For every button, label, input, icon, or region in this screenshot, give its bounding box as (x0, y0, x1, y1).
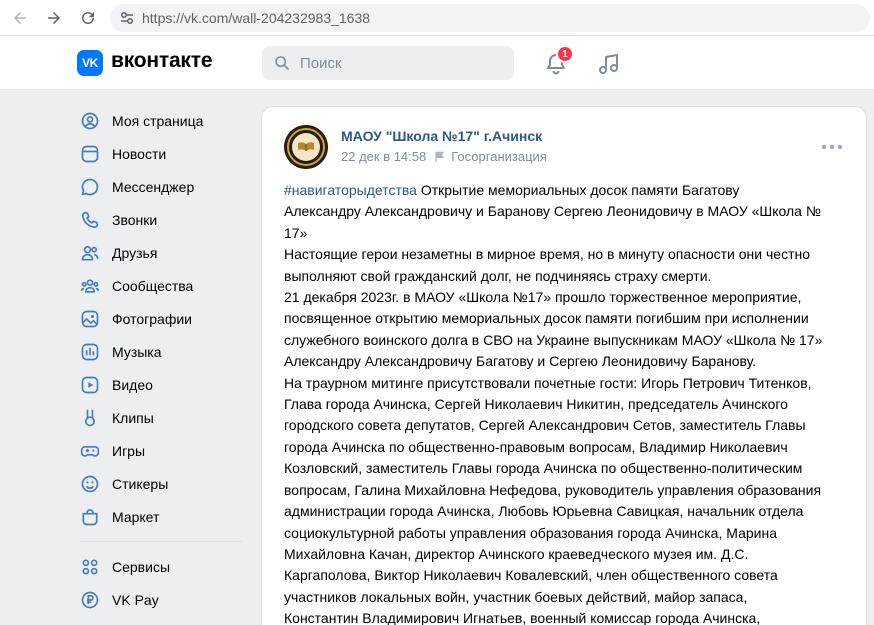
hashtag-link[interactable]: #навигаторыдетства (284, 182, 417, 198)
sidebar-item-label: Сервисы (112, 558, 171, 575)
sidebar-item-label: Моя страница (112, 112, 204, 129)
post-text-line: выполняют свой гражданский долг, не подч… (284, 267, 712, 284)
stickers-icon (80, 474, 100, 494)
vk-logo-icon[interactable]: VK (77, 50, 103, 76)
post-more-menu-icon[interactable] (822, 145, 842, 151)
market-icon (80, 507, 100, 527)
post-text-line: 21 декабря 2023г. в МАОУ «Школа №17» про… (284, 289, 802, 306)
sidebar-item-label: Стикеры (112, 475, 169, 492)
vkpay-icon (80, 590, 100, 610)
post-text: #навигаторыдетства Открытие мемориальных… (284, 180, 848, 625)
left-sidebar: Моя страница Новости Мессенджер Звонки Д… (76, 104, 246, 616)
address-bar[interactable]: https://vk.com/wall-204232983_1638 (110, 4, 870, 32)
sidebar-item-vk-pay[interactable]: VK Pay (76, 583, 246, 616)
sidebar-item-communities[interactable]: Сообщества (76, 269, 246, 302)
author-type-label: Госорганизация (451, 149, 547, 164)
post-text-line: Александру Александровичу Багатову и Сер… (284, 353, 757, 370)
sidebar-item-calls[interactable]: Звонки (76, 203, 246, 236)
user-icon (80, 111, 100, 131)
wall-post: МАОУ "Школа №17" г.Ачинск 22 дек в 14:58… (261, 106, 867, 625)
sidebar-item-services[interactable]: Сервисы (76, 550, 246, 583)
friends-icon (80, 243, 100, 263)
community-avatar[interactable] (284, 125, 328, 169)
communities-icon (80, 276, 100, 296)
post-text-line: 17» (284, 224, 308, 241)
sidebar-item-photos[interactable]: Фотографии (76, 302, 246, 335)
post-text-line: посвященное открытию мемориальных досок … (284, 310, 809, 327)
post-date[interactable]: 22 дек в 14:58 (341, 149, 426, 164)
notification-badge: 1 (556, 45, 574, 63)
flag-icon (435, 151, 445, 162)
post-text-line: Михайловна Качан, директор Ачинского кра… (284, 545, 749, 562)
vk-header: VK вконтакте 1 (0, 36, 874, 90)
sidebar-item-label: VK Pay (112, 591, 159, 608)
arrow-right-icon (48, 12, 60, 24)
vk-wordmark[interactable]: вконтакте (111, 49, 212, 73)
sidebar-item-label: Мессенджер (112, 178, 195, 195)
sidebar-item-label: Игры (112, 442, 146, 459)
sidebar-item-label: Маркет (112, 508, 160, 525)
music-player-icon[interactable] (597, 52, 621, 76)
services-icon (80, 557, 100, 577)
messenger-icon (80, 177, 100, 197)
post-text-line: На траурном митинге присутствовали почет… (284, 374, 812, 391)
browser-toolbar: https://vk.com/wall-204232983_1638 (0, 0, 874, 36)
post-text-line: Каргаполова, Виктор Николаевич Ковалевск… (284, 567, 778, 584)
sidebar-item-my-page[interactable]: Моя страница (76, 104, 246, 137)
post-text-line: Константин Владимирович Игнатьев, военны… (284, 610, 761, 625)
post-text-line: Александру Александровичу и Баранову Сер… (284, 203, 821, 220)
photos-icon (80, 309, 100, 329)
sidebar-item-news[interactable]: Новости (76, 137, 246, 170)
post-author-link[interactable]: МАОУ "Школа №17" г.Ачинск (341, 128, 542, 144)
sidebar-divider (80, 541, 242, 542)
sidebar-item-label: Сообщества (112, 277, 194, 294)
news-icon (80, 144, 100, 164)
post-text-line: Козловский, заместитель Главы города Ачи… (284, 460, 803, 477)
post-text-line: служебного воинского долга в СВО на Укра… (284, 331, 823, 348)
sidebar-item-label: Видео (112, 376, 153, 393)
sidebar-item-friends[interactable]: Друзья (76, 236, 246, 269)
clips-icon (80, 408, 100, 428)
reload-icon (82, 11, 94, 24)
sidebar-item-games[interactable]: Игры (76, 434, 246, 467)
back-button[interactable] (8, 6, 32, 30)
sidebar-item-label: Клипы (112, 409, 154, 426)
sidebar-item-label: Музыка (112, 343, 162, 360)
sidebar-item-market[interactable]: Маркет (76, 500, 246, 533)
sidebar-item-video[interactable]: Видео (76, 368, 246, 401)
arrow-left-icon (14, 12, 26, 24)
search-icon (275, 56, 289, 70)
games-icon (80, 441, 100, 461)
site-info-icon[interactable] (118, 9, 136, 27)
sidebar-item-stickers[interactable]: Стикеры (76, 467, 246, 500)
sidebar-item-label: Фотографии (112, 310, 193, 327)
school-emblem-icon (284, 125, 328, 169)
post-text-line: Настоящие герои незаметны в мирное время… (284, 246, 811, 263)
reload-button[interactable] (76, 6, 100, 30)
music-icon (80, 342, 100, 362)
post-text-line: администрации города Ачинска, Любовь Юрь… (284, 503, 804, 520)
sidebar-item-clips[interactable]: Клипы (76, 401, 246, 434)
sidebar-item-label: Друзья (112, 244, 158, 261)
search-input[interactable] (300, 53, 500, 73)
post-meta: 22 дек в 14:58 Госорганизация (341, 149, 547, 164)
search-box[interactable] (262, 46, 514, 80)
sidebar-item-label: Звонки (112, 211, 158, 228)
post-text-line: Глава города Ачинска, Сергей Николаевич … (284, 396, 788, 413)
sidebar-item-messenger[interactable]: Мессенджер (76, 170, 246, 203)
video-icon (80, 375, 100, 395)
sidebar-item-label: Новости (112, 145, 167, 162)
post-text-line: города Ачинска по общественно-правовым в… (284, 438, 788, 455)
forward-button[interactable] (42, 6, 66, 30)
post-text-line: социокультурной работы управления образо… (284, 524, 777, 541)
sidebar-item-music[interactable]: Музыка (76, 335, 246, 368)
post-text-line: вопросам, Галина Михайловна Нефедова, ру… (284, 481, 822, 498)
phone-icon (80, 210, 100, 230)
post-text-line: городского совета депутатов, Сергей Алек… (284, 417, 806, 434)
url-text: https://vk.com/wall-204232983_1638 (142, 10, 371, 26)
post-text-line: участников локальных войн, участник боев… (284, 588, 748, 605)
